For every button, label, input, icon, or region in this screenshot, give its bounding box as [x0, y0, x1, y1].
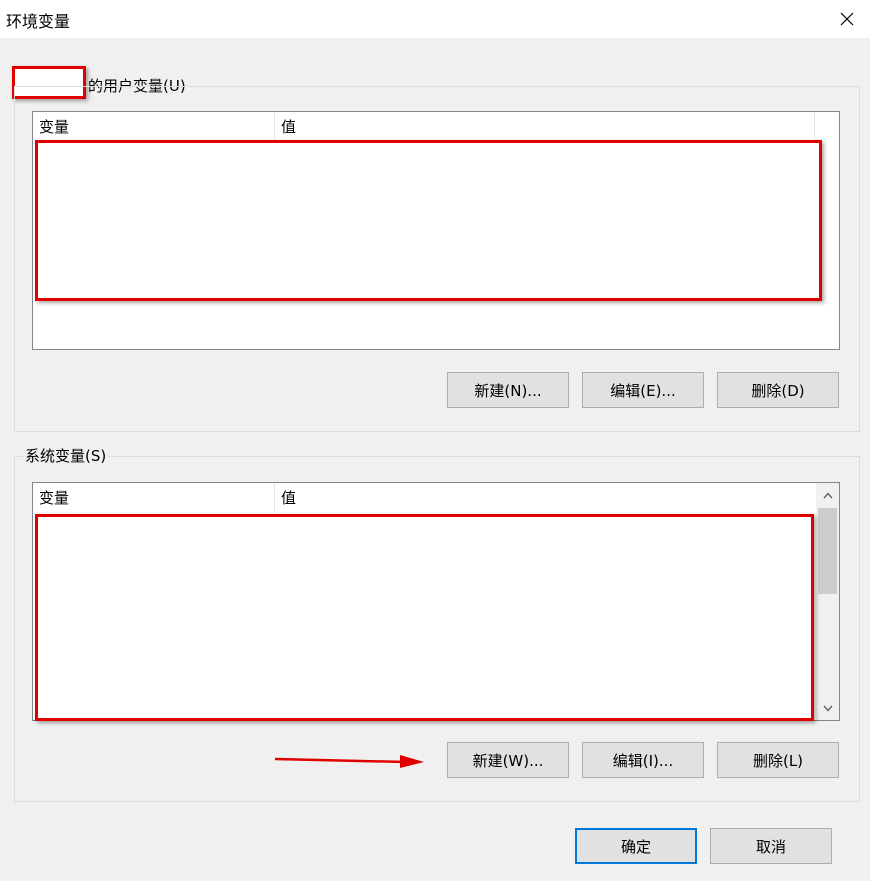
close-button[interactable]	[824, 0, 870, 38]
list-header: 变量 值	[33, 483, 839, 513]
ok-button[interactable]: 确定	[575, 828, 697, 864]
vertical-scrollbar[interactable]	[816, 483, 839, 720]
column-header-value[interactable]: 值	[275, 112, 815, 142]
column-header-value[interactable]: 值	[275, 483, 815, 513]
cancel-button[interactable]: 取消	[710, 828, 832, 864]
chevron-up-icon	[822, 491, 833, 498]
user-new-button[interactable]: 新建(N)...	[447, 372, 569, 408]
scroll-down-button[interactable]	[816, 696, 839, 720]
user-edit-button[interactable]: 编辑(E)...	[582, 372, 704, 408]
list-header: 变量 值	[33, 112, 839, 142]
close-icon	[840, 12, 854, 26]
redacted-system-variables-box	[35, 514, 814, 721]
system-vars-group-label: 系统变量(S)	[23, 446, 109, 466]
system-delete-button[interactable]: 删除(L)	[717, 742, 839, 778]
system-new-button[interactable]: 新建(W)...	[447, 742, 569, 778]
redacted-user-variables-box	[35, 140, 822, 301]
column-header-variable[interactable]: 变量	[33, 112, 275, 142]
window-title: 环境变量	[6, 12, 71, 31]
user-delete-button[interactable]: 删除(D)	[717, 372, 839, 408]
title-bar: 环境变量	[0, 0, 870, 38]
scroll-up-button[interactable]	[816, 483, 839, 507]
annotation-arrow-icon	[274, 755, 424, 768]
system-edit-button[interactable]: 编辑(I)...	[582, 742, 704, 778]
chevron-down-icon	[822, 705, 833, 712]
column-header-variable[interactable]: 变量	[33, 483, 275, 513]
scrollbar-thumb[interactable]	[818, 508, 837, 594]
